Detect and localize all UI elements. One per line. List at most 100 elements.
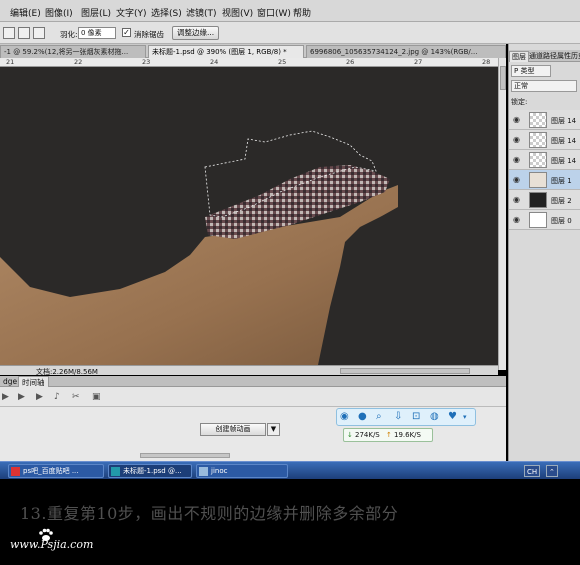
layer-name: 图层 2 <box>551 197 572 205</box>
photoshop-icon <box>111 467 120 476</box>
user-icon[interactable]: ● <box>358 411 367 422</box>
timeline-scrollbar[interactable] <box>140 453 230 458</box>
layer-name: 图层 14 <box>551 117 577 125</box>
ruler-tick: 25 <box>278 58 287 66</box>
feather-label: 羽化: <box>60 30 78 39</box>
antialias-checkbox[interactable]: ✓ <box>122 28 131 37</box>
tray-expand-icon[interactable]: ⌃ <box>546 465 558 477</box>
ruler-tick: 23 <box>142 58 151 66</box>
vertical-scrollbar[interactable] <box>498 58 506 370</box>
tab-doc-3[interactable]: 6996806_105635734124_2.jpg @ 143%(RGB/..… <box>306 45 506 58</box>
play-icon[interactable]: ◉ <box>340 411 349 422</box>
tab-label: 6996806_105635734124_2.jpg @ 143%(RGB/..… <box>310 48 478 56</box>
tab-doc-2[interactable]: 未标题-1.psd @ 390% (图层 1, RGB/8) * <box>148 45 304 58</box>
layer-thumbnail <box>529 212 547 228</box>
layer-name: 图层 14 <box>551 157 577 165</box>
scroll-thumb[interactable] <box>500 66 506 90</box>
input-method-indicator[interactable]: CH <box>524 465 541 477</box>
download-speed: 274K/S <box>355 431 380 439</box>
upload-arrow-icon: ↑ <box>386 431 392 439</box>
download-icon[interactable]: ⇩ <box>394 411 402 422</box>
layer-filter-select[interactable]: P 类型 <box>511 65 551 77</box>
menu-layer[interactable]: 图层(L) <box>81 6 111 19</box>
download-arrow-icon: ↓ <box>347 431 353 439</box>
next-frame-icon[interactable]: ▶ <box>18 392 25 402</box>
eye-icon[interactable]: ◉ <box>513 135 520 144</box>
lock-icon[interactable]: ⊡ <box>412 411 420 422</box>
tab-history[interactable]: 历史 <box>569 51 580 61</box>
ruler-tick: 27 <box>414 58 423 66</box>
tab-label: 未标题-1.psd @ 390% (图层 1, RGB/8) * <box>152 48 287 56</box>
network-speed-box: ↓ 274K/S ↑ 19.6K/S <box>343 428 433 442</box>
audio-icon[interactable]: ♪ <box>54 392 60 402</box>
tab-timeline[interactable]: 时间轴 <box>18 376 49 387</box>
scissors-icon[interactable]: ✂ <box>72 392 80 402</box>
ruler-tick: 24 <box>210 58 219 66</box>
menu-filter[interactable]: 滤镜(T) <box>186 6 217 19</box>
search-icon[interactable]: ⌕ <box>376 411 382 422</box>
menu-type[interactable]: 文字(Y) <box>116 6 147 19</box>
antialias-label: 消除锯齿 <box>134 30 164 39</box>
loop-icon[interactable]: ▶ <box>36 392 43 402</box>
eye-icon[interactable]: ◉ <box>513 195 520 204</box>
blend-mode-select[interactable]: 正常 <box>511 80 577 92</box>
layer-row[interactable]: ◉ 图层 14 <box>509 130 580 150</box>
menu-help[interactable]: 帮助 <box>293 6 311 19</box>
layer-row[interactable]: ◉ 图层 0 <box>509 210 580 230</box>
layer-name: 图层 0 <box>551 217 572 225</box>
subtract-selection-icon[interactable] <box>33 27 45 39</box>
layer-thumbnail <box>529 132 547 148</box>
eye-icon[interactable]: ◉ <box>513 155 520 164</box>
timeline-tabs: dge 时间轴 <box>0 376 506 387</box>
menu-view[interactable]: 视图(V) <box>222 6 253 19</box>
upload-speed: 19.6K/S <box>394 431 421 439</box>
eye-icon[interactable]: ◉ <box>513 115 520 124</box>
chevron-down-icon[interactable]: ▼ <box>267 423 280 436</box>
layer-row[interactable]: ◉ 图层 2 <box>509 190 580 210</box>
layer-row-selected[interactable]: ◉ 图层 1 <box>509 170 580 190</box>
feather-input[interactable]: 0 像素 <box>78 27 116 39</box>
taskbar-item-browser[interactable]: ps吧_百度贴吧 ... <box>8 464 104 478</box>
taskbar-item-photoshop[interactable]: 未标题-1.psd @... <box>108 464 192 478</box>
menu-bar: 编辑(E) 图像(I) 图层(L) 文字(Y) 选择(S) 滤镜(T) 视图(V… <box>0 0 580 22</box>
layer-name: 图层 14 <box>551 137 577 145</box>
watermark: www.Psjia.com <box>10 538 94 551</box>
play-icon[interactable]: ▶ <box>2 392 9 402</box>
document-canvas[interactable] <box>0 67 498 365</box>
floating-toolbar: ◉ ● ⌕ ⇩ ⊡ ◍ ♥ ▾ <box>336 408 476 426</box>
tutorial-caption: 13.重复第10步，画出不规则的边缘并删除多余部分 <box>20 504 399 523</box>
dropdown-icon[interactable]: ▾ <box>463 413 467 421</box>
add-selection-icon[interactable] <box>18 27 30 39</box>
bell-icon[interactable]: ◍ <box>430 411 439 422</box>
canvas-artwork <box>0 130 398 365</box>
task-label: jinoc <box>211 467 228 475</box>
location-icon[interactable]: ♥ <box>448 411 457 422</box>
windows-taskbar: ps吧_百度贴吧 ... 未标题-1.psd @... jinoc CH ⌃ <box>0 461 580 479</box>
new-selection-icon[interactable] <box>3 27 15 39</box>
panel-tabs: 图层 通道 路径 属性 历史 <box>509 50 580 62</box>
status-bar: 文档:2.26M/8.56M <box>0 365 498 376</box>
finger-shape <box>0 185 398 365</box>
document-tabs: -1 @ 59.2%(12,将另一张烟灰素材拖... 未标题-1.psd @ 3… <box>0 44 506 58</box>
taskbar-item-jinoc[interactable]: jinoc <box>196 464 288 478</box>
horizontal-ruler: 21 22 23 24 25 26 27 28 <box>0 58 506 67</box>
refine-edge-button[interactable]: 调整边缘... <box>172 26 220 40</box>
tab-layers[interactable]: 图层 <box>509 51 529 62</box>
menu-window[interactable]: 窗口(W) <box>257 6 291 19</box>
lock-label: 锁定: <box>511 98 528 106</box>
menu-select[interactable]: 选择(S) <box>151 6 182 19</box>
layer-thumbnail <box>529 192 547 208</box>
tab-doc-1[interactable]: -1 @ 59.2%(12,将另一张烟灰素材拖... <box>0 45 146 58</box>
tab-label: -1 @ 59.2%(12,将另一张烟灰素材拖... <box>4 48 129 56</box>
task-label: ps吧_百度贴吧 ... <box>23 467 79 475</box>
horizontal-scroll-thumb[interactable] <box>340 368 470 374</box>
create-frame-animation-button[interactable]: 创建帧动画 <box>200 423 266 436</box>
transition-icon[interactable]: ▣ <box>92 392 101 402</box>
menu-edit[interactable]: 编辑(E) <box>10 6 41 19</box>
eye-icon[interactable]: ◉ <box>513 215 520 224</box>
window-icon <box>199 467 208 476</box>
eye-icon[interactable]: ◉ <box>513 175 520 184</box>
menu-image[interactable]: 图像(I) <box>45 6 73 19</box>
layer-row[interactable]: ◉ 图层 14 <box>509 110 580 130</box>
layer-row[interactable]: ◉ 图层 14 <box>509 150 580 170</box>
